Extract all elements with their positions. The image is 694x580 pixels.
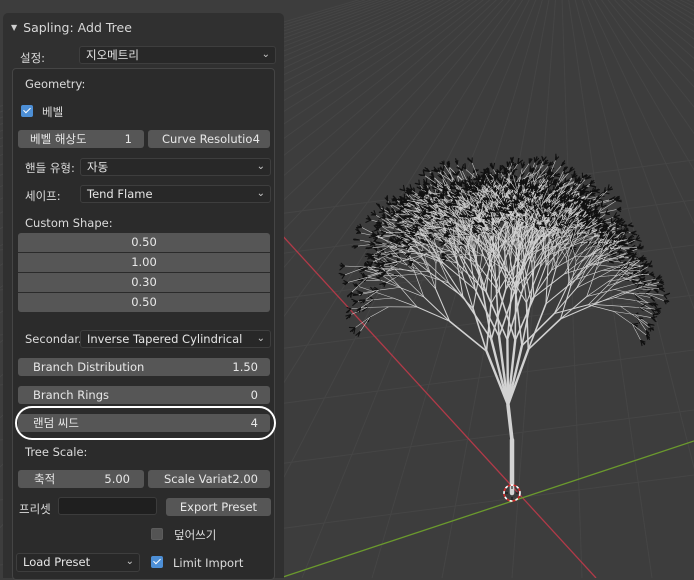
shape-value: Tend Flame (87, 187, 153, 201)
handle-type-dropdown[interactable]: 자동 ⌄ (80, 158, 271, 176)
load-preset-dropdown[interactable]: Load Preset ⌄ (16, 553, 140, 572)
field-label: Branch Distribution (33, 358, 144, 376)
panel-header[interactable]: ▼ Sapling: Add Tree (11, 19, 132, 35)
settings-dropdown[interactable]: 지오메트리 ⌄ (79, 46, 276, 64)
preset-label: 프리셋 (19, 501, 51, 517)
panel-title: Sapling: Add Tree (23, 20, 132, 35)
limit-import-checkbox[interactable] (151, 556, 163, 568)
secondary-label: Secondar.. (25, 332, 85, 346)
field-value: 4 (253, 130, 260, 148)
curve-resolution-field[interactable]: Curve Resolutio 4 (148, 130, 270, 148)
handle-type-label: 핸들 유형: (25, 160, 75, 176)
overwrite-label: 덮어쓰기 (174, 527, 216, 543)
field-label: Scale Variat (164, 470, 232, 488)
bevel-resolution-field[interactable]: 베벨 해상도 1 (18, 130, 144, 148)
bevel-label: 베벨 (42, 104, 63, 120)
scale-field[interactable]: 축적 5.00 (18, 470, 144, 488)
field-value: 1 (125, 130, 132, 148)
chevron-down-icon: ⌄ (257, 331, 265, 347)
collapse-triangle-icon[interactable]: ▼ (11, 23, 17, 32)
custom-shape-value-2[interactable]: 1.00 (18, 253, 270, 272)
field-value: 5.00 (104, 470, 130, 488)
geometry-heading: Geometry: (25, 77, 85, 91)
chevron-down-icon: ⌄ (262, 47, 270, 63)
chevron-down-icon: ⌄ (126, 554, 134, 570)
shape-label: 세이프: (25, 188, 61, 204)
branch-distribution-field[interactable]: Branch Distribution 1.50 (18, 358, 270, 376)
custom-shape-value-3[interactable]: 0.30 (18, 273, 270, 292)
field-value: 1.50 (232, 358, 258, 376)
field-label: Curve Resolutio (162, 130, 252, 148)
tree-scale-label: Tree Scale: (25, 445, 87, 459)
field-label: Branch Rings (33, 386, 109, 404)
field-label: 축적 (34, 470, 55, 488)
settings-label: 설정: (20, 50, 45, 66)
shape-dropdown[interactable]: Tend Flame ⌄ (80, 185, 271, 203)
custom-shape-label: Custom Shape: (25, 216, 113, 230)
limit-import-label: Limit Import (173, 556, 243, 570)
chevron-down-icon: ⌄ (257, 159, 265, 175)
field-value: 2.00 (232, 470, 258, 488)
secondary-dropdown[interactable]: Inverse Tapered Cylindrical ⌄ (80, 330, 271, 348)
overwrite-checkbox[interactable] (151, 528, 163, 540)
bevel-checkbox[interactable] (21, 105, 33, 117)
custom-shape-value-1[interactable]: 0.50 (18, 233, 270, 252)
tree-object[interactable] (339, 154, 669, 493)
highlight-annotation (15, 406, 276, 440)
chevron-down-icon: ⌄ (257, 186, 265, 202)
preset-name-input[interactable] (58, 497, 157, 515)
secondary-value: Inverse Tapered Cylindrical (87, 332, 242, 346)
scale-variation-field[interactable]: Scale Variat 2.00 (148, 470, 270, 488)
field-label: 베벨 해상도 (30, 130, 87, 148)
load-preset-label: Load Preset (23, 555, 90, 569)
custom-shape-value-4[interactable]: 0.50 (18, 293, 270, 312)
branch-rings-field[interactable]: Branch Rings 0 (18, 386, 270, 404)
field-value: 0 (251, 386, 258, 404)
sapling-add-tree-panel: ▼ Sapling: Add Tree 설정: 지오메트리 ⌄ Geometry… (3, 13, 284, 578)
handle-type-value: 자동 (87, 160, 108, 174)
y-axis-line (280, 441, 694, 578)
settings-value: 지오메트리 (86, 48, 139, 62)
export-preset-button[interactable]: Export Preset (166, 498, 271, 516)
